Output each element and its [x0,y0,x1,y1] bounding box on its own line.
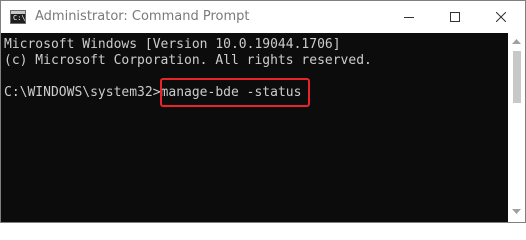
maximize-button[interactable] [432,1,478,33]
scroll-thumb[interactable] [513,51,521,103]
command-prompt-window: C:\ Administrator: Command Prompt Micros… [0,0,526,223]
command-prompt-path: C:\WINDOWS\system32> [4,85,161,100]
window-title: Administrator: Command Prompt [35,9,250,24]
command-highlight-box [160,78,310,107]
maximize-icon [450,12,460,22]
command-prompt-icon: C:\ [10,10,26,24]
console-line: Microsoft Windows [Version 10.0.19044.17… [4,37,341,52]
close-icon [496,12,506,22]
console-line: (c) Microsoft Corporation. All rights re… [4,53,372,68]
scroll-up-arrow-icon[interactable] [512,39,521,45]
close-button[interactable] [478,1,524,33]
console-output[interactable]: Microsoft Windows [Version 10.0.19044.17… [1,33,508,222]
minimize-button[interactable] [386,1,432,33]
title-bar[interactable]: C:\ Administrator: Command Prompt [1,1,525,33]
scroll-down-arrow-icon[interactable] [512,209,521,215]
minimize-icon [404,17,414,18]
vertical-scrollbar[interactable] [508,33,525,222]
